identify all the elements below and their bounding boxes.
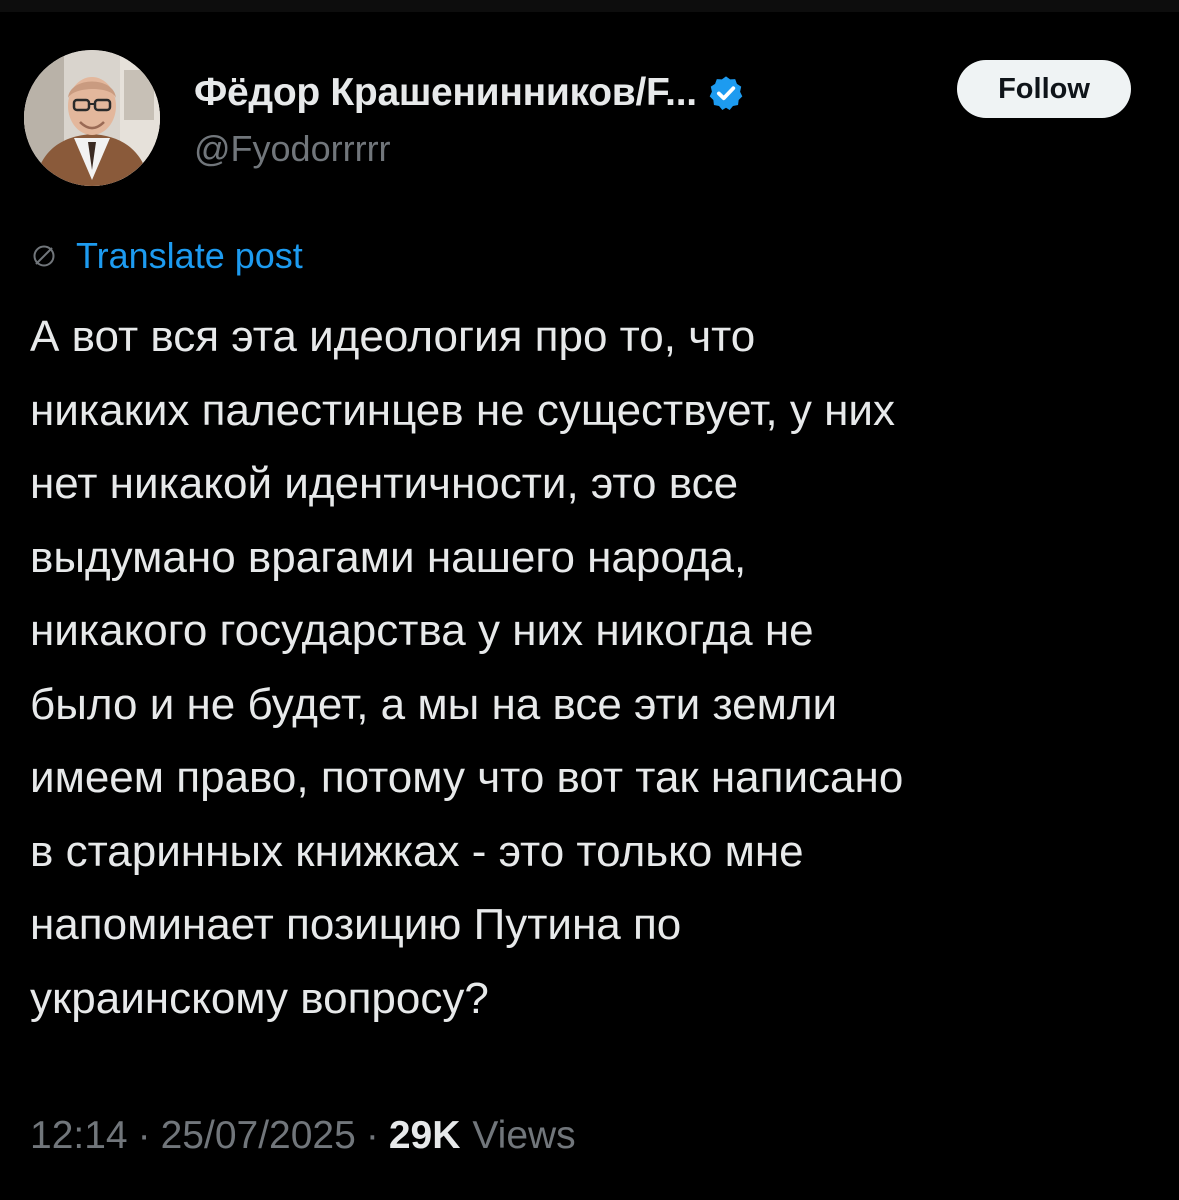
post-metadata: 12:14 · 25/07/2025 · 29K Views [30,1110,576,1162]
author-display-name[interactable]: Фёдор Крашенинников/F... [194,71,697,115]
globe-icon [33,245,55,267]
post-body-text: А вот вся эта идеология про то, что ника… [30,312,904,1023]
author-handle[interactable]: @Fyodorrrrr [194,128,391,170]
post-time[interactable]: 12:14 [30,1114,128,1158]
top-edge-strip [0,0,1179,12]
verified-badge-icon [709,76,743,110]
meta-separator: · [365,1114,379,1157]
translate-post-label: Translate post [76,235,303,276]
meta-separator: · [137,1114,151,1157]
author-name-row: Фёдор Крашенинников/F... [194,68,745,118]
avatar-photo [24,50,160,186]
translate-post-link[interactable]: Translate post [32,234,303,278]
post-date[interactable]: 25/07/2025 [161,1114,356,1158]
follow-button[interactable]: Follow [957,60,1131,118]
avatar[interactable] [24,50,160,186]
post-header: Фёдор Крашенинников/F... @Fyodorrrrr Fol… [24,50,1155,195]
views-label: Views [472,1114,576,1157]
views-count[interactable]: 29K [389,1114,461,1158]
